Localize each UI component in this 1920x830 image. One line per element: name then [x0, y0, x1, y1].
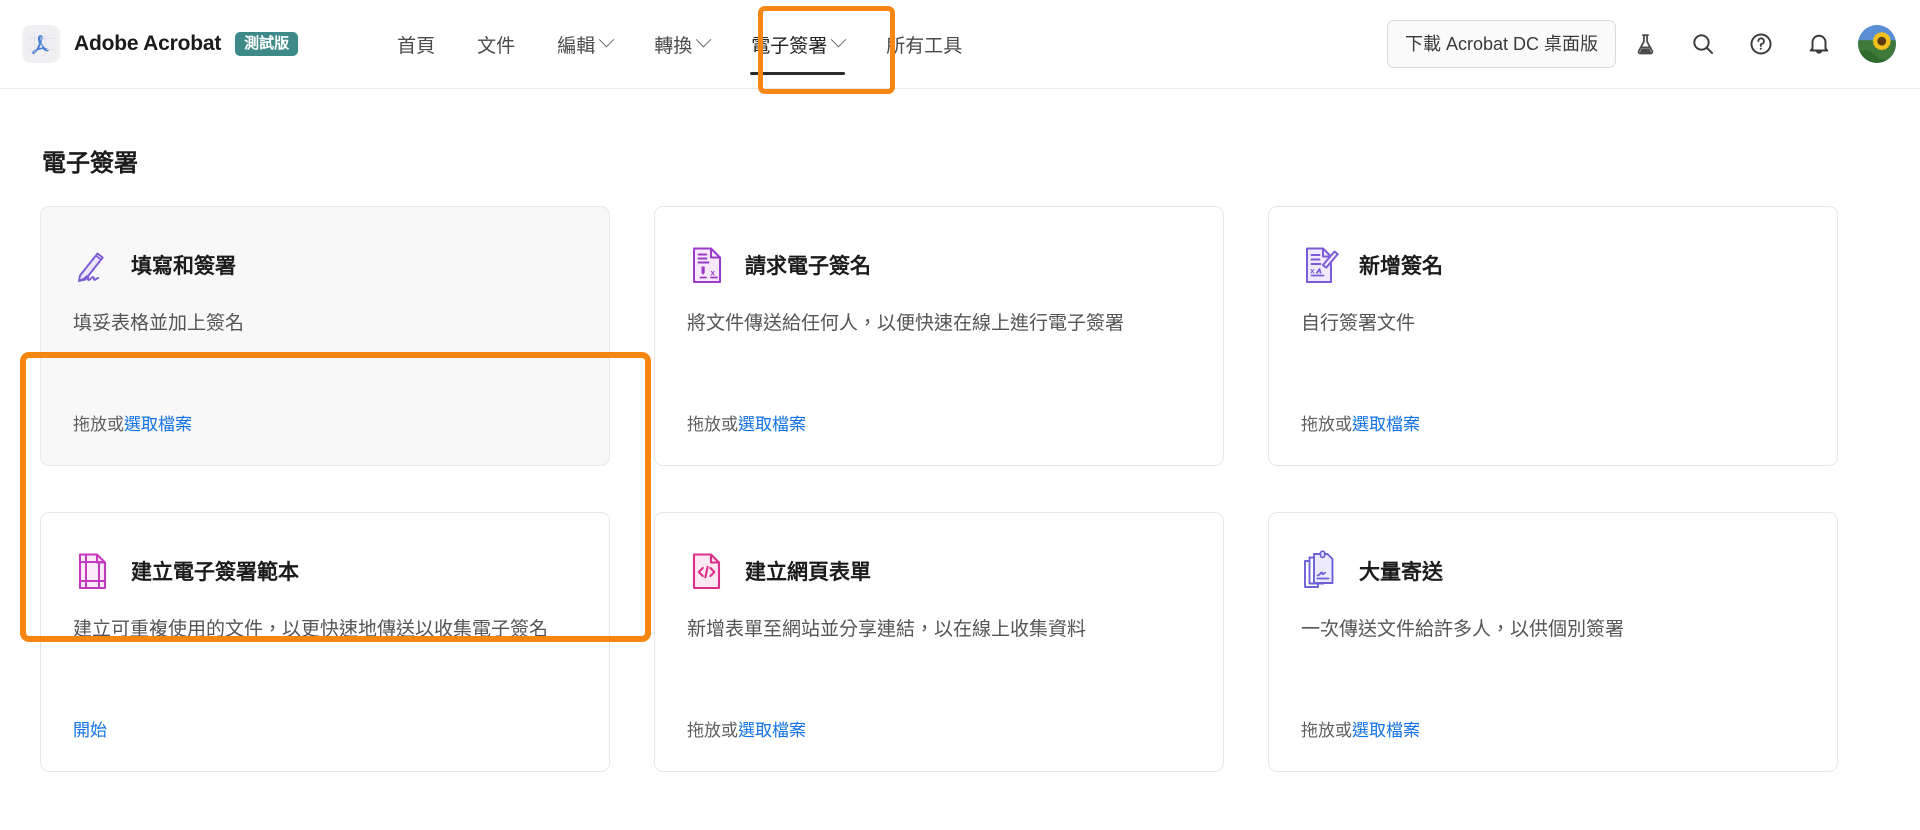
nav-item-label: 電子簽署: [751, 35, 828, 57]
card-title: 新增簽名: [1359, 255, 1443, 278]
nav-item-home[interactable]: 首頁: [376, 0, 456, 89]
tool-card-bulk-send[interactable]: 大量寄送 一次傳送文件給許多人，以供個別簽署 拖放或選取檔案: [1268, 512, 1838, 772]
drop-hint-text: 拖放或: [1301, 721, 1352, 740]
search-icon[interactable]: [1674, 15, 1732, 73]
main-content: 電子簽署 填寫和簽署 填妥表格並加上簽名 拖放或選取檔案 x 請求電子簽名 將文…: [0, 143, 1920, 772]
nav-item-label: 首頁: [397, 35, 436, 57]
card-description: 自行簽署文件: [1301, 313, 1416, 334]
card-action: 拖放或選取檔案: [1301, 386, 1805, 435]
card-header: x 新增簽名: [1301, 237, 1805, 293]
request-signature-document-icon: x: [687, 243, 727, 287]
card-title: 大量寄送: [1359, 561, 1443, 584]
web-form-code-icon: [687, 549, 727, 593]
tool-card-create-template[interactable]: 建立電子簽署範本 建立可重複使用的文件，以更快速地傳送以收集電子簽名 開始: [40, 512, 610, 772]
card-description: 填妥表格並加上簽名: [73, 313, 245, 334]
start-link[interactable]: 開始: [73, 721, 107, 740]
tool-card-request-e-signature[interactable]: x 請求電子簽名 將文件傳送給任何人，以便快速在線上進行電子簽署 拖放或選取檔案: [654, 206, 1224, 466]
app-header: Adobe Acrobat 測試版 首頁 文件 編輯 轉換 電子簽署 所有工具 …: [0, 0, 1920, 94]
card-header: x 請求電子簽名: [687, 237, 1191, 293]
nav-item-label: 轉換: [654, 35, 693, 57]
tool-card-fill-and-sign[interactable]: 填寫和簽署 填妥表格並加上簽名 拖放或選取檔案: [40, 206, 610, 466]
card-action: 開始: [73, 692, 577, 741]
card-title: 請求電子簽名: [745, 255, 871, 278]
card-description: 建立可重複使用的文件，以更快速地傳送以收集電子簽名: [73, 619, 549, 640]
drop-hint-text: 拖放或: [73, 415, 124, 434]
bulk-send-documents-icon: [1301, 549, 1341, 593]
card-action: 拖放或選取檔案: [73, 386, 577, 435]
beta-badge: 測試版: [235, 31, 299, 57]
svg-text:x: x: [711, 269, 716, 278]
acrobat-logo-icon: [22, 25, 60, 63]
select-file-link[interactable]: 選取檔案: [738, 721, 806, 740]
nav-item-convert[interactable]: 轉換: [633, 0, 730, 89]
card-description: 新增表單至網站並分享連結，以在線上收集資料: [687, 619, 1087, 640]
template-document-icon: [73, 549, 113, 593]
select-file-link[interactable]: 選取檔案: [738, 415, 806, 434]
card-title: 建立網頁表單: [745, 561, 871, 584]
nav-item-edit[interactable]: 編輯: [536, 0, 633, 89]
drop-hint-text: 拖放或: [1301, 415, 1352, 434]
card-header: 填寫和簽署: [73, 237, 577, 293]
chevron-down-icon: [830, 31, 847, 47]
card-action: 拖放或選取檔案: [687, 386, 1191, 435]
select-file-link[interactable]: 選取檔案: [1352, 721, 1420, 740]
flask-icon[interactable]: [1616, 15, 1674, 73]
page-title: 電子簽署: [42, 150, 138, 177]
chevron-down-icon: [598, 31, 615, 47]
card-header: 建立電子簽署範本: [73, 543, 577, 599]
card-action: 拖放或選取檔案: [1301, 692, 1805, 741]
tool-card-add-signature[interactable]: x 新增簽名 自行簽署文件 拖放或選取檔案: [1268, 206, 1838, 466]
help-icon[interactable]: [1732, 15, 1790, 73]
app-title: Adobe Acrobat: [74, 32, 222, 55]
pen-signature-icon: [73, 243, 113, 287]
card-description: 一次傳送文件給許多人，以供個別簽署: [1301, 619, 1625, 640]
card-header: 大量寄送: [1301, 543, 1805, 599]
select-file-link[interactable]: 選取檔案: [1352, 415, 1420, 434]
nav-item-label: 編輯: [557, 35, 596, 57]
card-title: 填寫和簽署: [131, 255, 236, 278]
nav-item-e-sign[interactable]: 電子簽署: [730, 0, 865, 89]
add-signature-document-icon: x: [1301, 243, 1341, 287]
avatar[interactable]: [1858, 25, 1896, 63]
active-tab-underline: [750, 71, 846, 75]
select-file-link[interactable]: 選取檔案: [124, 415, 192, 434]
main-nav: 首頁 文件 編輯 轉換 電子簽署 所有工具: [376, 0, 983, 89]
bell-icon[interactable]: [1790, 15, 1848, 73]
tool-card-create-web-form[interactable]: 建立網頁表單 新增表單至網站並分享連結，以在線上收集資料 拖放或選取檔案: [654, 512, 1224, 772]
card-action: 拖放或選取檔案: [687, 692, 1191, 741]
card-description: 將文件傳送給任何人，以便快速在線上進行電子簽署: [687, 313, 1125, 334]
header-actions: 下載 Acrobat DC 桌面版: [1386, 15, 1898, 73]
card-header: 建立網頁表單: [687, 543, 1191, 599]
drop-hint-text: 拖放或: [687, 415, 738, 434]
nav-item-label: 所有工具: [886, 35, 963, 57]
tool-card-grid: 填寫和簽署 填妥表格並加上簽名 拖放或選取檔案 x 請求電子簽名 將文件傳送給任…: [40, 206, 1880, 772]
svg-text:x: x: [1310, 266, 1315, 276]
chevron-down-icon: [695, 31, 712, 47]
nav-item-all-tools[interactable]: 所有工具: [865, 0, 983, 89]
nav-item-label: 文件: [477, 35, 516, 57]
nav-item-documents[interactable]: 文件: [456, 0, 536, 89]
brand: Adobe Acrobat 測試版: [22, 25, 299, 63]
download-desktop-button[interactable]: 下載 Acrobat DC 桌面版: [1386, 20, 1616, 68]
drop-hint-text: 拖放或: [687, 721, 738, 740]
card-title: 建立電子簽署範本: [131, 561, 299, 584]
